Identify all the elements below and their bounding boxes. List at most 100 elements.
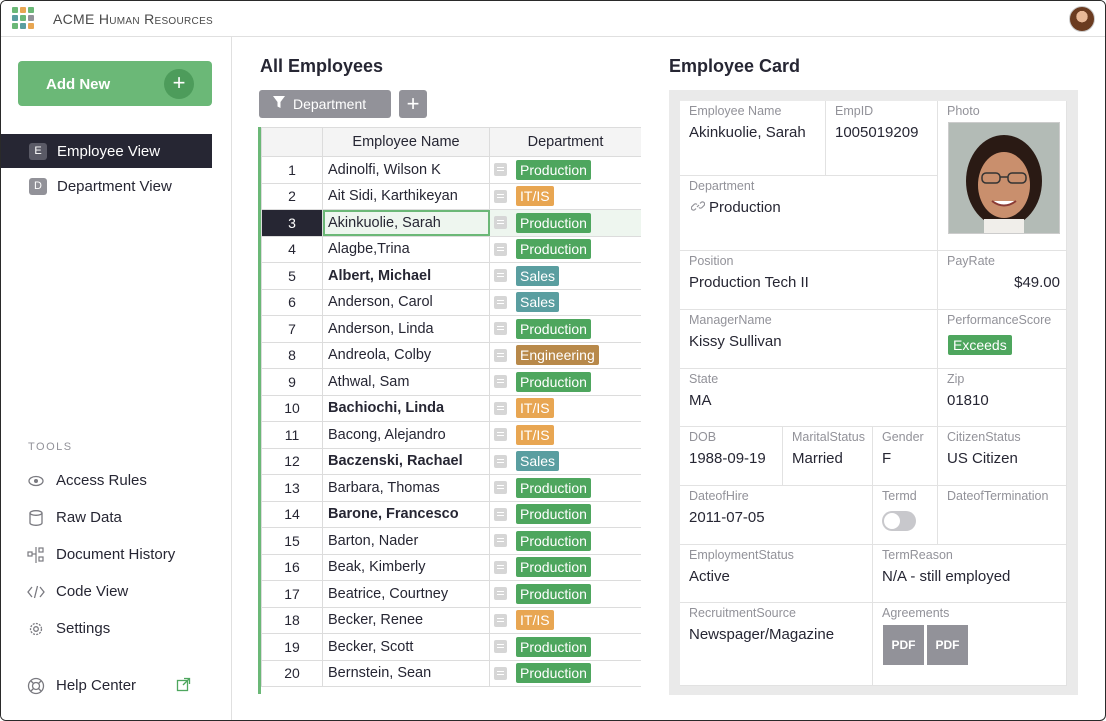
department-cell[interactable]: IT/IS	[489, 394, 641, 422]
row-number[interactable]: 8	[261, 341, 323, 369]
row-number[interactable]: 5	[261, 262, 323, 290]
department-cell[interactable]: Sales	[489, 288, 641, 316]
table-row[interactable]: 8 Andreola, Colby Engineering	[261, 341, 641, 369]
department-cell[interactable]: Production	[489, 235, 641, 263]
employee-name-cell[interactable]: Barone, Francesco	[322, 500, 490, 528]
row-number[interactable]: 17	[261, 580, 323, 608]
field-photo[interactable]: Photo	[938, 101, 1067, 251]
row-number[interactable]: 7	[261, 315, 323, 343]
field-term-reason[interactable]: TermReason N/A - still employed	[873, 545, 1067, 603]
view-employee[interactable]: E Employee View	[1, 134, 212, 168]
table-row[interactable]: 16 Beak, Kimberly Production	[261, 553, 641, 581]
field-agreements[interactable]: Agreements PDF PDF	[873, 603, 1067, 686]
row-number[interactable]: 14	[261, 500, 323, 528]
field-marital-status[interactable]: MaritalStatus Married	[783, 427, 873, 486]
table-row[interactable]: 20 Bernstein, Sean Production	[261, 659, 641, 687]
view-department[interactable]: D Department View	[1, 169, 212, 203]
row-number[interactable]: 13	[261, 474, 323, 502]
field-date-of-hire[interactable]: DateofHire 2011-07-05	[680, 486, 873, 545]
table-row[interactable]: 4 Alagbe,Trina Production	[261, 235, 641, 263]
row-number[interactable]: 10	[261, 394, 323, 422]
table-row[interactable]: 3 Akinkuolie, Sarah Production	[261, 209, 641, 237]
department-cell[interactable]: Sales	[489, 262, 641, 290]
employee-name-cell[interactable]: Andreola, Colby	[322, 341, 490, 369]
employee-name-cell[interactable]: Ait Sidi, Karthikeyan	[322, 182, 490, 210]
employee-name-cell[interactable]: Alagbe,Trina	[322, 235, 490, 263]
department-cell[interactable]: IT/IS	[489, 421, 641, 449]
table-row[interactable]: 18 Becker, Renee IT/IS	[261, 606, 641, 634]
field-performance[interactable]: PerformanceScore Exceeds	[938, 310, 1067, 369]
department-cell[interactable]: Sales	[489, 447, 641, 475]
employee-name-cell[interactable]: Becker, Renee	[322, 606, 490, 634]
field-date-of-termination[interactable]: DateofTermination	[938, 486, 1067, 545]
field-position[interactable]: Position Production Tech II	[680, 251, 938, 310]
employee-name-cell[interactable]: Anderson, Linda	[322, 315, 490, 343]
employee-name-cell[interactable]: Athwal, Sam	[322, 368, 490, 396]
row-number[interactable]: 3	[261, 209, 323, 237]
employee-name-cell[interactable]: Bacong, Alejandro	[322, 421, 490, 449]
employee-name-cell[interactable]: Albert, Michael	[322, 262, 490, 290]
row-number[interactable]: 18	[261, 606, 323, 634]
pdf-attachment[interactable]: PDF	[927, 625, 968, 665]
employee-name-cell[interactable]: Becker, Scott	[322, 633, 490, 661]
row-number[interactable]: 16	[261, 553, 323, 581]
employee-name-cell[interactable]: Baczenski, Rachael	[322, 447, 490, 475]
field-employee-name[interactable]: Employee Name Akinkuolie, Sarah	[680, 101, 826, 176]
column-header-name[interactable]: Employee Name	[322, 127, 490, 157]
department-cell[interactable]: Production	[489, 580, 641, 608]
help-center-link[interactable]: Help Center	[27, 675, 207, 697]
table-row[interactable]: 12 Baczenski, Rachael Sales	[261, 447, 641, 475]
employee-name-cell[interactable]: Beak, Kimberly	[322, 553, 490, 581]
department-cell[interactable]: Production	[489, 209, 641, 237]
field-department[interactable]: Department Production	[680, 176, 938, 251]
department-cell[interactable]: Production	[489, 368, 641, 396]
table-row[interactable]: 15 Barton, Nader Production	[261, 527, 641, 555]
department-cell[interactable]: IT/IS	[489, 606, 641, 634]
employee-name-cell[interactable]: Anderson, Carol	[322, 288, 490, 316]
employee-name-cell[interactable]: Adinolfi, Wilson K	[322, 156, 490, 184]
field-empid[interactable]: EmpID 1005019209	[826, 101, 938, 176]
department-cell[interactable]: Production	[489, 500, 641, 528]
field-dob[interactable]: DOB 1988-09-19	[680, 427, 783, 486]
table-row[interactable]: 5 Albert, Michael Sales	[261, 262, 641, 290]
table-row[interactable]: 19 Becker, Scott Production	[261, 633, 641, 661]
department-cell[interactable]: Production	[489, 633, 641, 661]
row-number[interactable]: 4	[261, 235, 323, 263]
department-cell[interactable]: Production	[489, 527, 641, 555]
table-row[interactable]: 9 Athwal, Sam Production	[261, 368, 641, 396]
employee-name-cell[interactable]: Akinkuolie, Sarah	[322, 209, 490, 237]
row-number[interactable]: 6	[261, 288, 323, 316]
table-row[interactable]: 2 Ait Sidi, Karthikeyan IT/IS	[261, 182, 641, 210]
employee-name-cell[interactable]: Barton, Nader	[322, 527, 490, 555]
field-termd[interactable]: Termd	[873, 486, 938, 545]
field-state[interactable]: State MA	[680, 369, 938, 427]
add-filter-button[interactable]: +	[399, 90, 427, 118]
field-manager[interactable]: ManagerName Kissy Sullivan	[680, 310, 938, 369]
employee-name-cell[interactable]: Beatrice, Courtney	[322, 580, 490, 608]
row-number[interactable]: 20	[261, 659, 323, 687]
department-cell[interactable]: Production	[489, 315, 641, 343]
field-recruitment-source[interactable]: RecruitmentSource Newspager/Magazine	[680, 603, 873, 686]
table-row[interactable]: 13 Barbara, Thomas Production	[261, 474, 641, 502]
table-row[interactable]: 14 Barone, Francesco Production	[261, 500, 641, 528]
field-citizen-status[interactable]: CitizenStatus US Citizen	[938, 427, 1067, 486]
field-gender[interactable]: Gender F	[873, 427, 938, 486]
field-employment-status[interactable]: EmploymentStatus Active	[680, 545, 873, 603]
department-cell[interactable]: Engineering	[489, 341, 641, 369]
pdf-attachment[interactable]: PDF	[883, 625, 924, 665]
employee-name-cell[interactable]: Bernstein, Sean	[322, 659, 490, 687]
table-row[interactable]: 10 Bachiochi, Linda IT/IS	[261, 394, 641, 422]
user-avatar[interactable]	[1069, 6, 1095, 32]
department-cell[interactable]: IT/IS	[489, 182, 641, 210]
table-row[interactable]: 6 Anderson, Carol Sales	[261, 288, 641, 316]
department-filter-button[interactable]: Department	[259, 90, 391, 118]
employee-name-cell[interactable]: Bachiochi, Linda	[322, 394, 490, 422]
add-new-button[interactable]: Add New +	[18, 61, 212, 106]
row-number[interactable]: 2	[261, 182, 323, 210]
employee-name-cell[interactable]: Barbara, Thomas	[322, 474, 490, 502]
row-number[interactable]: 1	[261, 156, 323, 184]
field-zip[interactable]: Zip 01810	[938, 369, 1067, 427]
row-number[interactable]: 9	[261, 368, 323, 396]
row-number[interactable]: 12	[261, 447, 323, 475]
field-value[interactable]: Production	[709, 199, 781, 216]
